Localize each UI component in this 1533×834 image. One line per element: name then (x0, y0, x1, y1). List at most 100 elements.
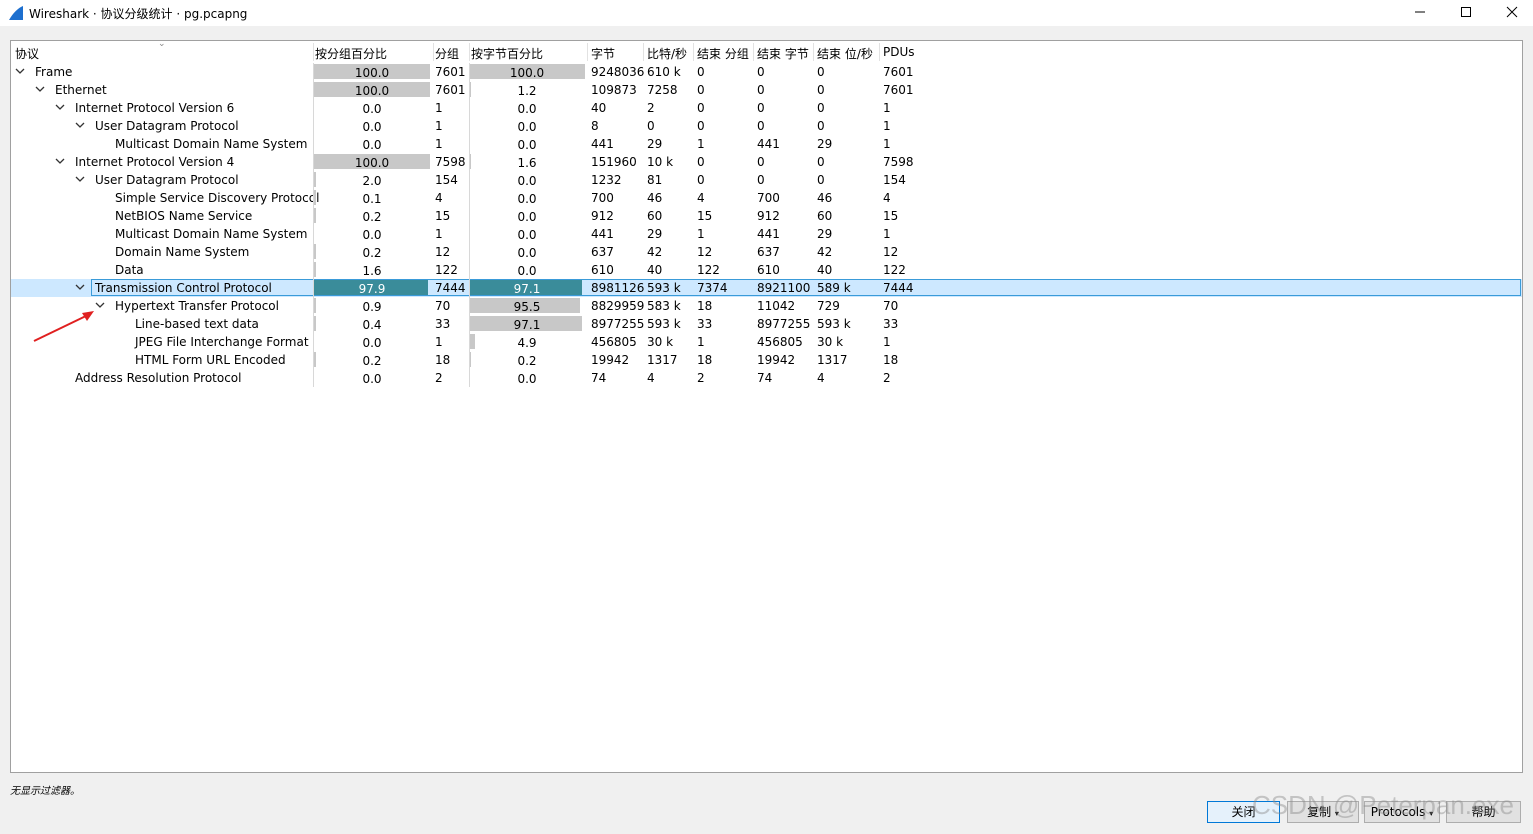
end-bytes-cell: 456805 (757, 335, 803, 349)
end-bps-cell: 30 k (817, 335, 844, 349)
tree-row[interactable]: Transmission Control Protocol 97.9 97.1 744… (11, 279, 1522, 297)
cell-divider (469, 369, 470, 387)
tree-row[interactable]: Multicast Domain Name System 0.0 0.0 1 441 29… (11, 135, 1522, 153)
column-separator[interactable] (313, 43, 314, 61)
protocols-button[interactable]: Protocols ▾ (1364, 801, 1440, 823)
col-pdus-header[interactable]: PDUs (883, 45, 915, 59)
tree-row[interactable]: Data 1.6 0.0 122 610 40 122 610 40 122 (11, 261, 1522, 279)
chevron-down-icon[interactable] (75, 120, 85, 130)
byte-percent-value: 95.5 (513, 300, 541, 314)
close-window-button[interactable] (1489, 0, 1533, 26)
chevron-down-icon[interactable] (55, 156, 65, 166)
byte-percent-value: 0.0 (517, 210, 537, 224)
protocol-name: Multicast Domain Name System (115, 137, 308, 151)
packets-cell: 1 (435, 335, 443, 349)
cell-divider (469, 315, 470, 333)
col-end-bps-header[interactable]: 结束 位/秒 (817, 45, 873, 62)
tree-row[interactable]: Address Resolution Protocol 0.0 0.0 2 74 4 2 74… (11, 369, 1522, 387)
protocol-hierarchy-tree[interactable]: ⌄ 协议 按分组百分比 分组 按字节百分比 字节 比特/秒 结束 分组 结束 字节 结束 位/秒… (10, 39, 1523, 773)
protocol-name: NetBIOS Name Service (115, 209, 253, 223)
bytes-cell: 441 (591, 137, 614, 151)
col-pkt-pct-header[interactable]: 按分组百分比 (315, 45, 387, 62)
bytes-cell: 8977255 (591, 317, 645, 331)
tree-row[interactable]: User Datagram Protocol 0.0 0.0 1 8 0 0 0 0 1 (11, 117, 1522, 135)
tree-row[interactable]: Hypertext Transfer Protocol 0.9 95.5 70 8829… (11, 297, 1522, 315)
bps-cell: 610 k (647, 65, 681, 79)
end-bps-cell: 42 (817, 245, 833, 259)
col-end-bytes-header[interactable]: 结束 字节 (757, 45, 809, 62)
pdus-cell: 2 (883, 371, 891, 385)
end-bps-cell: 1317 (817, 353, 848, 367)
tree-row[interactable]: Multicast Domain Name System 0.0 0.0 1 441 29… (11, 225, 1522, 243)
minimize-button[interactable] (1397, 0, 1443, 26)
tree-row[interactable]: HTML Form URL Encoded 0.2 0.2 18 19942 1317 18… (11, 351, 1522, 369)
protocol-name: JPEG File Interchange Format (135, 335, 309, 349)
tree-row[interactable]: Internet Protocol Version 6 0.0 0.0 1 40 2 0 0 0… (11, 99, 1522, 117)
close-button[interactable]: 关闭 (1207, 801, 1280, 823)
packet-percent-value: 0.2 (362, 354, 382, 368)
tree-row[interactable]: JPEG File Interchange Format 0.0 4.9 1 45680… (11, 333, 1522, 351)
cell-divider (313, 243, 314, 261)
column-separator[interactable] (879, 43, 880, 61)
column-separator[interactable] (643, 43, 644, 61)
help-button[interactable]: 帮助 (1446, 801, 1521, 823)
tree-row[interactable]: Domain Name System 0.2 0.0 12 637 42 12 637 42 12 (11, 243, 1522, 261)
bps-cell: 42 (647, 245, 663, 259)
bytes-cell: 8 (591, 119, 599, 133)
col-bps-header[interactable]: 比特/秒 (647, 45, 687, 62)
chevron-down-icon[interactable] (75, 174, 85, 184)
bytes-cell: 610 (591, 263, 614, 277)
tree-row[interactable]: Ethernet 100.0 1.2 7601 109873 7258 0 0 0 7601 (11, 81, 1522, 99)
annotation-arrow-icon (33, 311, 94, 342)
end-packets-cell: 0 (697, 119, 705, 133)
tree-row[interactable]: Frame 100.0 100.0 7601 9248036 610 k 0 0 0 7601 (11, 63, 1522, 81)
column-separator[interactable] (753, 43, 754, 61)
tree-row[interactable]: NetBIOS Name Service 0.2 0.0 15 912 60 15 912 60… (11, 207, 1522, 225)
packets-cell: 15 (435, 209, 451, 223)
byte-percent-value: 0.0 (517, 264, 537, 278)
tree-row[interactable]: Line-based text data 0.4 97.1 33 8977255 593 … (11, 315, 1522, 333)
tree-row[interactable]: User Datagram Protocol 2.0 0.0 154 1232 81 0 0 0… (11, 171, 1522, 189)
col-end-packets-header[interactable]: 结束 分组 (697, 45, 749, 62)
end-bytes-cell: 19942 (757, 353, 796, 367)
column-separator[interactable] (813, 43, 814, 61)
packets-cell: 1 (435, 137, 443, 151)
column-separator[interactable] (693, 43, 694, 61)
bytes-cell: 637 (591, 245, 614, 259)
cell-divider (313, 81, 314, 99)
chevron-down-icon[interactable] (55, 102, 65, 112)
protocol-name: HTML Form URL Encoded (135, 353, 286, 367)
col-packets-header[interactable]: 分组 (435, 45, 459, 62)
protocol-name: Hypertext Transfer Protocol (115, 299, 279, 313)
tree-row[interactable]: Internet Protocol Version 4 100.0 1.6 7598 1… (11, 153, 1522, 171)
chevron-down-icon[interactable] (35, 84, 45, 94)
col-byte-pct-header[interactable]: 按字节百分比 (471, 45, 543, 62)
bps-cell: 7258 (647, 83, 678, 97)
chevron-down-icon[interactable] (75, 282, 85, 292)
col-protocol-header[interactable]: 协议 (15, 45, 39, 62)
packets-cell: 7601 (435, 83, 466, 97)
bps-cell: 30 k (647, 335, 674, 349)
column-separator[interactable] (469, 43, 470, 61)
cell-divider (313, 369, 314, 387)
chevron-down-icon[interactable] (15, 66, 25, 76)
end-bytes-cell: 441 (757, 137, 780, 151)
protocol-name: User Datagram Protocol (95, 119, 239, 133)
end-packets-cell: 122 (697, 263, 720, 277)
col-bytes-header[interactable]: 字节 (591, 45, 615, 62)
packet-percent-value: 1.6 (362, 264, 382, 278)
copy-button[interactable]: 复制 ▾ (1287, 801, 1359, 823)
cell-divider (469, 225, 470, 243)
pdus-cell: 1 (883, 119, 891, 133)
bytes-cell: 109873 (591, 83, 637, 97)
end-bytes-cell: 74 (757, 371, 773, 385)
column-separator[interactable] (587, 43, 588, 61)
column-separator[interactable] (433, 43, 434, 61)
protocol-name: Internet Protocol Version 4 (75, 155, 235, 169)
cell-divider (469, 351, 470, 369)
tree-row[interactable]: Simple Service Discovery Protocol 0.1 0.0 4… (11, 189, 1522, 207)
bytes-cell: 151960 (591, 155, 637, 169)
end-bytes-cell: 8977255 (757, 317, 811, 331)
pdus-cell: 12 (883, 245, 899, 259)
maximize-button[interactable] (1443, 0, 1489, 26)
